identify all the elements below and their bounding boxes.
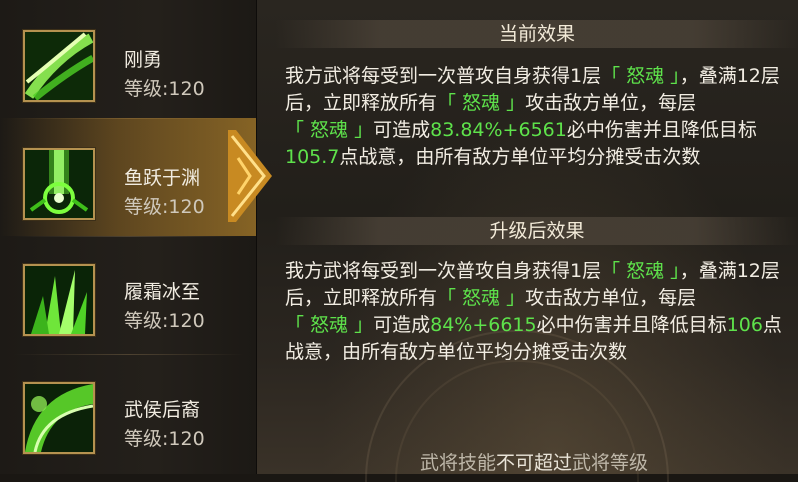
text: 点战意，由所有敌方单位平均分摊受击次数	[339, 146, 701, 168]
current-effect-description: 我方武将每受到一次普攻自身获得1层「 怒魂 」，叠满12层后，立即释放所有「 怒…	[285, 63, 783, 171]
selection-arrow-icon	[228, 130, 272, 222]
skill-item-yuyueyuyuan[interactable]: 鱼跃于渊 等级:120	[0, 118, 256, 236]
green-ice-burst-icon	[23, 264, 95, 336]
keyword-nuhun: 「 怒魂 」	[437, 92, 526, 114]
text: 可造成	[373, 119, 431, 141]
text: 必中伤害并且降低目标	[536, 314, 727, 336]
keyword-nuhun: 「 怒魂 」	[437, 287, 526, 309]
keyword-nuhun: 「 怒魂 」	[601, 260, 680, 282]
skill-level: 等级:120	[124, 196, 205, 218]
keyword-nuhun: 「 怒魂 」	[285, 314, 374, 336]
skill-item-gangyong[interactable]: 刚勇 等级:120	[0, 0, 256, 118]
upgrade-effect-header: 升级后效果	[276, 217, 798, 245]
text: 可造成	[373, 314, 431, 336]
skill-name: 刚勇	[124, 49, 163, 71]
skill-level: 等级:120	[124, 310, 205, 332]
upgrade-effect-description: 我方武将每受到一次普攻自身获得1层「 怒魂 」，叠满12层后，立即释放所有「 怒…	[285, 258, 783, 366]
skill-name: 履霜冰至	[124, 281, 201, 303]
skill-level: 等级:120	[124, 428, 205, 450]
skill-name: 武侯后裔	[124, 399, 201, 421]
text: 武将等级	[572, 452, 649, 474]
morale-value: 105.7	[285, 146, 340, 168]
green-fan-icon	[23, 382, 95, 454]
green-beam-icon	[23, 148, 95, 220]
damage-value: 83.84%+6561	[430, 119, 567, 141]
skill-item-wuhouhouyi[interactable]: 武侯后裔 等级:120	[0, 354, 256, 472]
keyword-nuhun: 「 怒魂 」	[601, 65, 680, 87]
current-effect-header: 当前效果	[276, 20, 798, 48]
damage-value: 84%+6615	[430, 314, 537, 336]
text: 必中伤害并且降低目标	[566, 119, 757, 141]
morale-value: 106	[726, 314, 763, 336]
skill-limit-note: 武将技能不可超过武将等级	[420, 448, 648, 475]
text: 我方武将每受到一次普攻自身获得1层	[285, 65, 602, 87]
skill-name: 鱼跃于渊	[124, 167, 201, 189]
emphasis-text: 不可超过	[496, 452, 573, 474]
green-swirl-icon	[23, 30, 95, 102]
skill-item-lvshuangbingzhi[interactable]: 履霜冰至 等级:120	[0, 236, 256, 354]
keyword-nuhun: 「 怒魂 」	[285, 119, 374, 141]
text: 攻击敌方单位，每层	[525, 287, 697, 309]
skill-level: 等级:120	[124, 78, 205, 100]
text: 武将技能	[420, 452, 497, 474]
skill-list: 刚勇 等级:120 鱼跃于渊 等级:120 履霜冰至 等级:120 武侯后裔 等…	[0, 0, 257, 474]
text: 我方武将每受到一次普攻自身获得1层	[285, 260, 602, 282]
text: 攻击敌方单位，每层	[525, 92, 697, 114]
